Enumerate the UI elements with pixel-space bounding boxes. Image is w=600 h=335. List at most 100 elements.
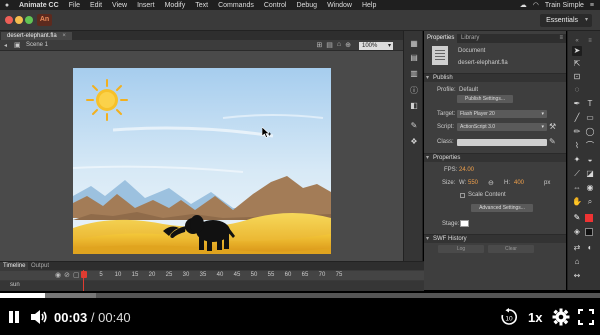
info-panel-icon[interactable]: ⓘ: [409, 86, 419, 95]
playback-speed-button[interactable]: 1x: [528, 310, 542, 325]
panel-menu-icon[interactable]: ≡: [559, 34, 563, 43]
black-white-icon[interactable]: ◐: [585, 243, 595, 253]
selection-tool-icon[interactable]: ➤: [572, 46, 582, 56]
workspace-switcher[interactable]: Essentials ▾: [540, 14, 592, 27]
tools-menu-icon[interactable]: ≡: [585, 36, 595, 46]
lock-icon[interactable]: ⊘: [64, 271, 70, 279]
code-snippets-icon[interactable]: ✎: [409, 121, 419, 130]
color-panel-icon[interactable]: ▦: [409, 39, 419, 48]
swap-colors-icon[interactable]: ⇄: [572, 243, 582, 253]
brush-tool-icon[interactable]: ⌇: [572, 141, 582, 151]
fullscreen-icon[interactable]: [578, 309, 594, 325]
close-tab-icon[interactable]: ×: [62, 33, 66, 39]
height-value[interactable]: 400: [514, 180, 524, 186]
close-window-button[interactable]: [5, 16, 13, 24]
publish-settings-button[interactable]: Publish Settings...: [457, 95, 513, 103]
stage-center-icon[interactable]: ⊞: [316, 41, 322, 49]
document-tab[interactable]: desert-elephant.fla ×: [1, 32, 72, 40]
menu-file[interactable]: File: [64, 2, 85, 9]
paint-brush-tool-icon[interactable]: ⌒: [585, 141, 595, 151]
cloud-icon[interactable]: ☁: [520, 1, 527, 9]
swatches-panel-icon[interactable]: ▤: [409, 53, 419, 62]
menu-modify[interactable]: Modify: [160, 2, 191, 9]
stroke-color-icon[interactable]: ✎: [572, 213, 582, 223]
show-hide-icon[interactable]: ◉: [55, 271, 61, 279]
text-tool-icon[interactable]: T: [585, 99, 595, 109]
menu-control[interactable]: Control: [259, 2, 292, 9]
volume-icon[interactable]: [30, 309, 48, 325]
width-value[interactable]: 550: [468, 180, 478, 186]
properties-section-header[interactable]: Properties: [424, 153, 566, 163]
menu-help[interactable]: Help: [357, 2, 381, 9]
menu-app-name[interactable]: Animate CC: [14, 2, 64, 9]
link-dimensions-icon[interactable]: ⊖: [488, 179, 494, 187]
pencil-tool-icon[interactable]: ✏: [572, 127, 582, 137]
components-panel-icon[interactable]: ❖: [409, 137, 419, 146]
camera-tool-icon[interactable]: ◉: [585, 183, 595, 193]
stroke-color-swatch[interactable]: [585, 214, 593, 222]
menu-view[interactable]: View: [107, 2, 132, 9]
publish-section-header[interactable]: Publish: [424, 73, 566, 83]
zoom-select[interactable]: 100%: [359, 42, 393, 50]
back-arrow-icon[interactable]: ◂: [4, 42, 7, 49]
stage-color-swatch[interactable]: [460, 220, 469, 227]
fill-color-icon[interactable]: ◈: [572, 227, 582, 237]
oval-tool-icon[interactable]: ◯: [585, 127, 595, 137]
apple-icon[interactable]: ●: [0, 2, 14, 9]
menu-window[interactable]: Window: [322, 2, 357, 9]
layer-name[interactable]: sun: [10, 282, 20, 288]
swf-history-section-header[interactable]: SWF History: [424, 234, 566, 244]
advanced-settings-button[interactable]: Advanced Settings...: [471, 204, 533, 212]
menu-commands[interactable]: Commands: [213, 2, 259, 9]
eyedropper-tool-icon[interactable]: ⟋: [572, 169, 582, 179]
tab-timeline[interactable]: Timeline: [0, 262, 29, 270]
frame-ruler[interactable]: ◉ ⊘ ▢ 1 5 10 15 20 25 30 35 40 45 50 55 …: [0, 271, 424, 280]
zoom-tool-icon[interactable]: ⌕: [585, 197, 595, 207]
subselection-tool-icon[interactable]: ⇱: [572, 59, 582, 69]
free-transform-tool-icon[interactable]: ⊡: [572, 72, 582, 82]
target-select[interactable]: Flash Player 20: [457, 110, 547, 118]
paint-bucket-tool-icon[interactable]: ◒: [585, 155, 595, 165]
layer-row[interactable]: sun: [0, 281, 424, 291]
tab-output[interactable]: Output: [28, 262, 52, 270]
tab-library[interactable]: Library: [458, 34, 482, 43]
tab-properties[interactable]: Properties: [424, 34, 458, 43]
zoom-window-button[interactable]: [25, 16, 33, 24]
align-panel-icon[interactable]: ▥: [409, 69, 419, 78]
clip-content-icon[interactable]: ⊕: [345, 41, 351, 49]
wrench-icon[interactable]: ⚒: [549, 122, 556, 131]
eraser-tool-icon[interactable]: ◪: [585, 169, 595, 179]
edit-scene-icon[interactable]: ▤: [326, 41, 333, 49]
line-tool-icon[interactable]: ╱: [572, 113, 582, 123]
stage-canvas[interactable]: [73, 68, 331, 254]
list-icon[interactable]: ≡: [590, 2, 594, 9]
log-button[interactable]: Log: [438, 245, 484, 253]
tools-collapse-icon[interactable]: «: [572, 36, 582, 46]
smooth-icon[interactable]: ↭: [572, 271, 582, 281]
pencil-icon[interactable]: ✎: [549, 137, 556, 146]
fill-color-swatch[interactable]: [585, 228, 593, 236]
train-simple-label[interactable]: Train Simple: [545, 2, 584, 9]
menu-insert[interactable]: Insert: [132, 2, 160, 9]
menu-debug[interactable]: Debug: [291, 2, 322, 9]
menu-edit[interactable]: Edit: [85, 2, 107, 9]
minimize-window-button[interactable]: [15, 16, 23, 24]
settings-gear-icon[interactable]: [552, 308, 570, 326]
playhead[interactable]: [81, 270, 87, 291]
width-tool-icon[interactable]: ⇔: [572, 183, 582, 193]
lasso-tool-icon[interactable]: ◌: [572, 85, 582, 95]
bone-tool-icon[interactable]: ✦: [572, 155, 582, 165]
script-select[interactable]: ActionScript 3.0: [457, 123, 547, 131]
pause-button[interactable]: [7, 310, 21, 324]
scale-content-checkbox[interactable]: [460, 193, 465, 198]
pen-tool-icon[interactable]: ✒: [572, 99, 582, 109]
clear-button[interactable]: Clear: [488, 245, 534, 253]
transform-panel-icon[interactable]: ◧: [409, 101, 419, 110]
edit-symbol-icon[interactable]: ⌂: [337, 41, 341, 49]
wifi-icon[interactable]: ◠: [533, 1, 539, 9]
scene-label[interactable]: Scene 1: [26, 42, 48, 48]
rectangle-tool-icon[interactable]: ▭: [585, 113, 595, 123]
snap-to-objects-icon[interactable]: ⌂: [572, 257, 582, 267]
rewind-10-icon[interactable]: 10: [500, 308, 518, 326]
outline-icon[interactable]: ▢: [73, 271, 80, 279]
